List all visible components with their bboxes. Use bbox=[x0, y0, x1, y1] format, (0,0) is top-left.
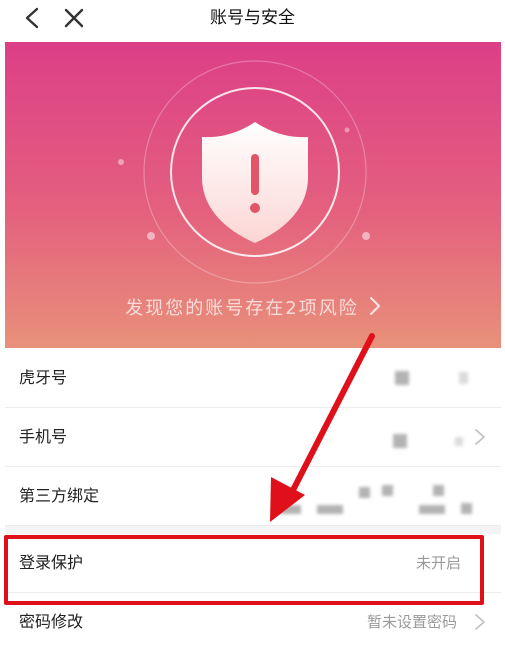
redacted-value bbox=[317, 505, 343, 514]
close-icon bbox=[64, 8, 84, 28]
redacted-value bbox=[359, 487, 370, 498]
redacted-value bbox=[275, 505, 301, 514]
top-bar: 账号与安全 bbox=[0, 0, 505, 36]
row-label: 密码修改 bbox=[19, 612, 84, 631]
row-change-password[interactable]: 密码修改 暂未设置密码 bbox=[5, 593, 501, 651]
row-label: 第三方绑定 bbox=[19, 486, 100, 505]
settings-list: 虎牙号 手机号 第三方绑定 登录保护 未开启 密码修改 暂未设置密码 bbox=[5, 349, 501, 651]
login-protection-status: 未开启 bbox=[415, 554, 461, 572]
redacted-value bbox=[461, 503, 472, 514]
back-button[interactable] bbox=[14, 0, 50, 36]
row-huya-id[interactable]: 虎牙号 bbox=[5, 349, 501, 408]
redacted-value bbox=[433, 485, 444, 496]
redacted-value bbox=[419, 505, 445, 514]
row-login-protection[interactable]: 登录保护 未开启 bbox=[5, 534, 501, 593]
section-divider bbox=[5, 526, 501, 534]
row-label: 登录保护 bbox=[19, 553, 84, 572]
close-button[interactable] bbox=[56, 0, 92, 36]
chevron-left-icon bbox=[25, 7, 39, 29]
redacted-value bbox=[395, 371, 409, 385]
chevron-right-icon bbox=[475, 614, 485, 630]
risk-warning-link[interactable]: 发现您的账号存在2项风险 bbox=[5, 294, 501, 320]
row-phone-number[interactable]: 手机号 bbox=[5, 408, 501, 467]
row-third-party-binding[interactable]: 第三方绑定 bbox=[5, 467, 501, 526]
redacted-value bbox=[393, 434, 407, 448]
redacted-value bbox=[382, 485, 393, 496]
chevron-right-icon bbox=[475, 429, 485, 445]
row-label: 虎牙号 bbox=[19, 368, 68, 387]
row-label: 手机号 bbox=[19, 427, 68, 446]
risk-warning-text: 发现您的账号存在2项风险 bbox=[125, 298, 359, 319]
redacted-value bbox=[459, 372, 468, 384]
password-status: 暂未设置密码 bbox=[366, 613, 457, 631]
security-banner: 发现您的账号存在2项风险 bbox=[5, 42, 501, 348]
chevron-right-icon bbox=[369, 297, 380, 315]
exclamation-icon bbox=[251, 154, 259, 195]
redacted-value bbox=[455, 437, 463, 446]
